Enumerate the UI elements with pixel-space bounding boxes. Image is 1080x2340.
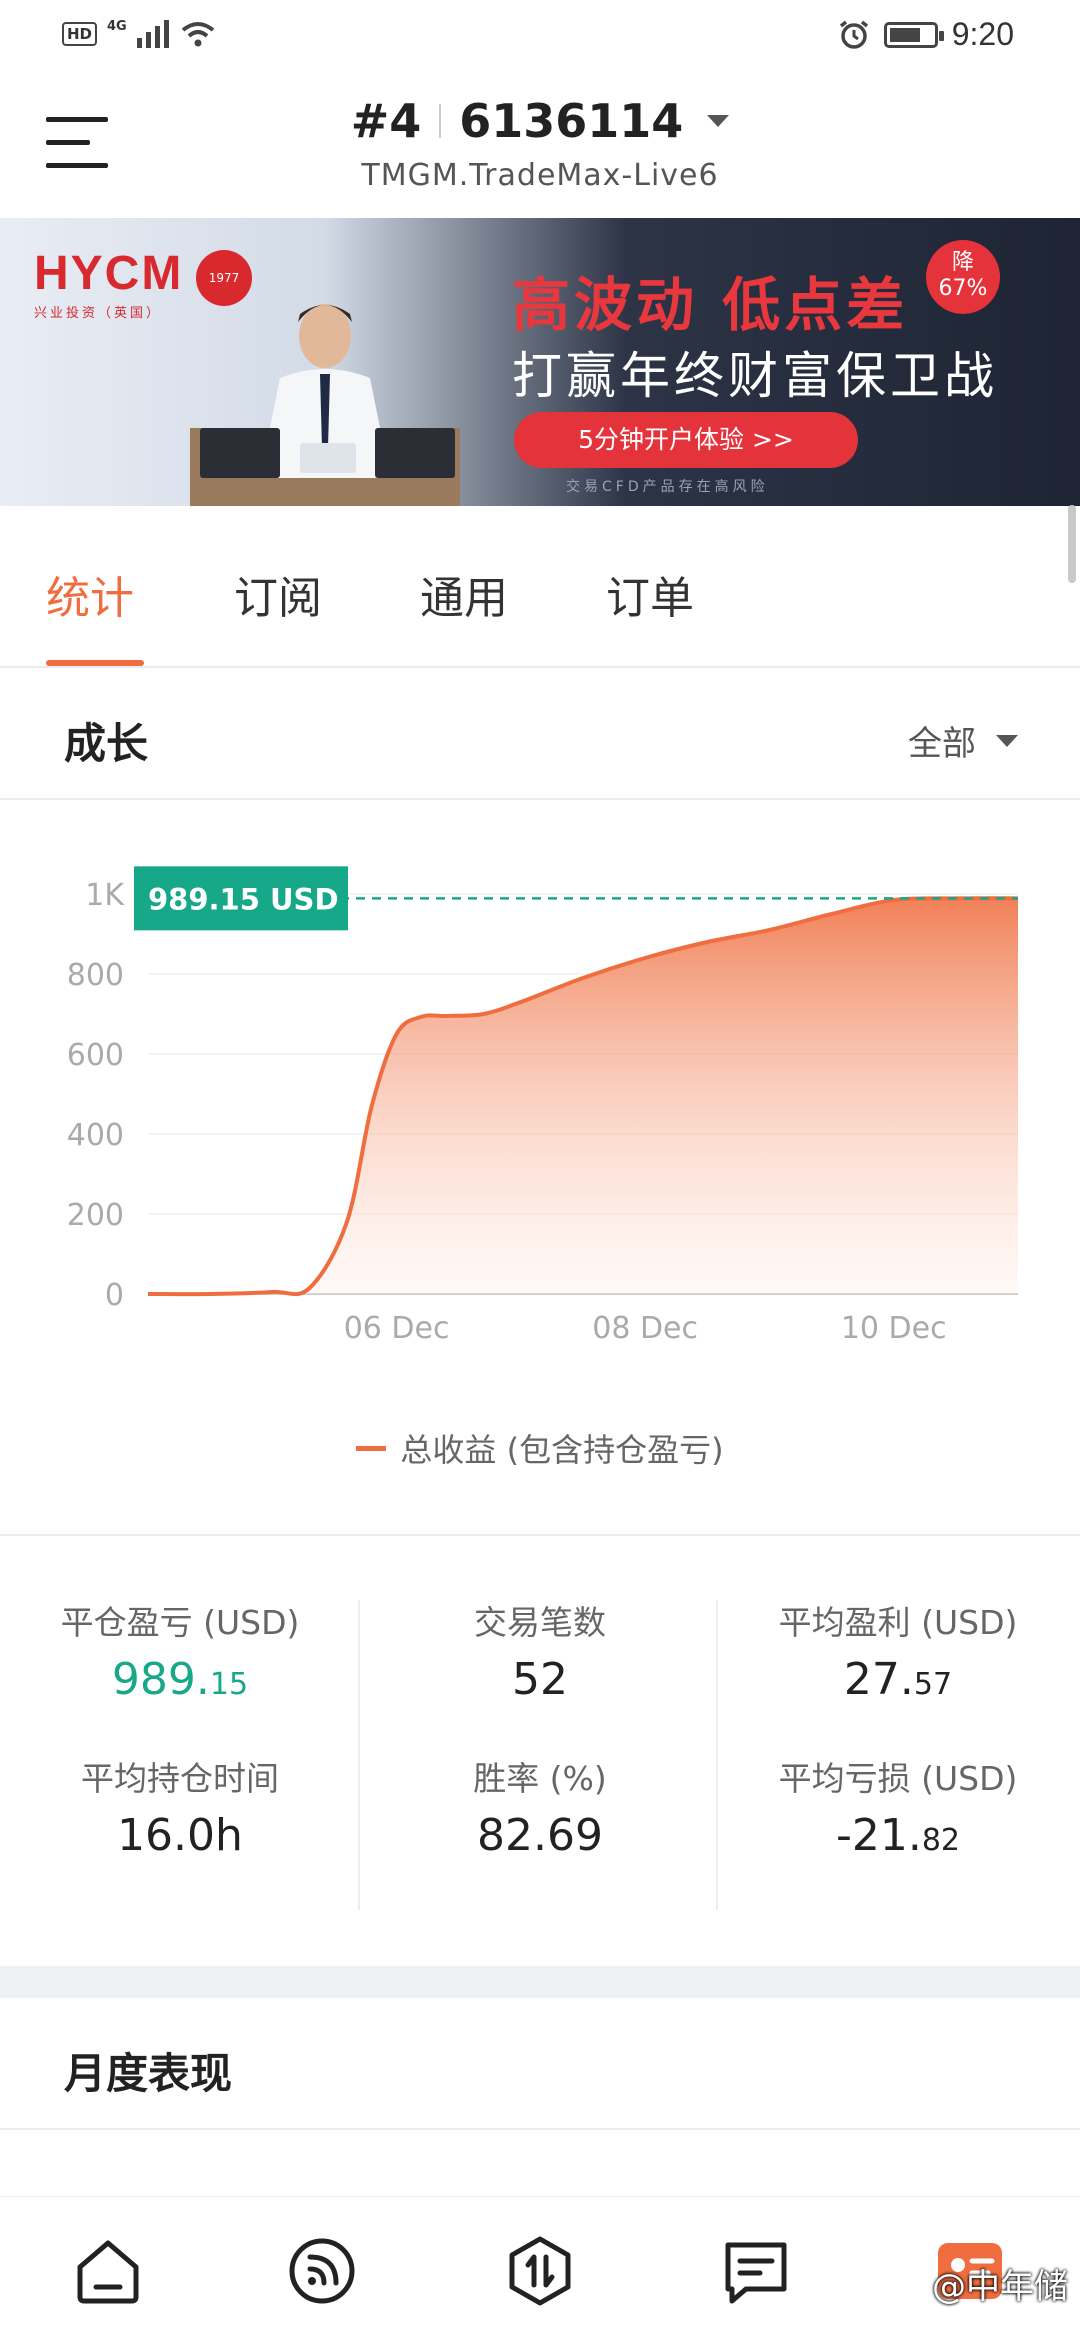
divider — [0, 1534, 1080, 1536]
chart-legend[interactable]: 总收益 (包含持仓盈亏) — [0, 1425, 1080, 1471]
y-tick-label: 800 — [67, 958, 124, 993]
stat-avg-hold-time: 平均持仓时间 16.0h — [10, 1752, 350, 1861]
home-icon — [77, 2240, 139, 2304]
chevron-down-icon — [707, 115, 730, 127]
x-tick-label: 08 Dec — [592, 1311, 698, 1346]
banner-subline: 打赢年终财富保卫战 — [512, 347, 998, 405]
stat-value: -21.82 — [835, 1810, 961, 1861]
stat-closed-pnl: 平仓盈亏 (USD) 989.15 — [10, 1596, 350, 1705]
banner-logo-sub: 兴业投资（英国） — [34, 306, 163, 321]
growth-chart-svg: 0 200 400 600 800 1K 06 Dec 08 Dec 10 Dec 989.1… — [67, 866, 1019, 1346]
message-icon — [725, 2242, 787, 2304]
x-tick-label: 06 Dec — [344, 1311, 450, 1346]
stat-avg-profit: 平均盈利 (USD) 27.57 — [728, 1596, 1068, 1705]
stat-value: 52 — [512, 1654, 568, 1705]
nav-home[interactable] — [68, 2231, 148, 2311]
monthly-section-header: 月度表现 — [0, 1998, 1080, 2130]
stat-label: 平均亏损 (USD) — [778, 1759, 1018, 1798]
badge-bottom: 67% — [938, 276, 988, 301]
nav-trade[interactable] — [500, 2231, 580, 2311]
growth-chart: 0 200 400 600 800 1K 06 Dec 08 Dec 10 Dec 989.1… — [0, 800, 1080, 1346]
bottom-nav: @中年储 — [0, 2196, 1080, 2340]
legend-swatch — [356, 1445, 387, 1451]
watermark: @中年储 — [932, 2267, 1068, 2307]
stat-trade-count: 交易笔数 52 — [370, 1596, 710, 1705]
y-tick-label: 400 — [67, 1118, 124, 1153]
battery-icon — [883, 21, 944, 48]
stat-label: 胜率 (%) — [473, 1759, 607, 1798]
x-tick-label: 10 Dec — [841, 1311, 947, 1346]
legend-label: 总收益 (包含持仓盈亏) — [400, 1431, 724, 1469]
account-server: TMGM.TradeMax-Live6 — [361, 158, 719, 193]
account-index: #4 — [350, 94, 422, 148]
account-separator — [439, 104, 442, 138]
range-filter-dropdown[interactable]: 全部 — [908, 716, 1018, 765]
banner-logo: HYCM — [34, 247, 184, 300]
active-tab-indicator — [46, 660, 144, 666]
stat-value: 27.57 — [843, 1654, 953, 1705]
current-value-label: 989.15 USD — [148, 882, 339, 916]
tab-statistics[interactable]: 统计 — [46, 562, 134, 626]
nav-feed[interactable] — [282, 2231, 362, 2311]
account-selector[interactable]: #4 6136114 TMGM.TradeMax-Live6 — [0, 94, 1080, 193]
stat-value: 16.0h — [117, 1810, 243, 1861]
banner-cta-button[interactable]: 5分钟开户体验 >> — [514, 412, 858, 468]
stat-label: 平仓盈亏 (USD) — [60, 1603, 300, 1642]
app-header: #4 6136114 TMGM.TradeMax-Live6 — [0, 72, 1080, 217]
trade-icon — [509, 2236, 571, 2306]
stat-avg-loss: 平均亏损 (USD) -21.82 — [728, 1752, 1068, 1861]
stat-label: 交易笔数 — [474, 1603, 606, 1642]
growth-title: 成长 — [64, 719, 149, 768]
clock: 9:20 — [951, 16, 1014, 52]
alarm-icon — [839, 20, 868, 49]
banner-discount-badge: 降 67% — [926, 240, 1000, 314]
tab-subscribe[interactable]: 订阅 — [234, 562, 322, 626]
banner-headline: 高波动 低点差 — [512, 271, 909, 339]
y-tick-label: 200 — [67, 1198, 124, 1233]
status-bar: HD 4G 9:20 — [0, 0, 1080, 72]
account-number: 6136114 — [459, 94, 684, 148]
promo-banner[interactable]: HYCM 兴业投资（英国） 1977 高波动 低点差 打赢年终财富保卫战 5分钟… — [0, 218, 1080, 506]
network-type: 4G — [107, 18, 127, 34]
y-tick-label: 0 — [105, 1278, 124, 1313]
stat-value: 82.69 — [477, 1810, 603, 1861]
banner-risk-note: 交易CFD产品存在高风险 — [566, 479, 769, 495]
chevron-down-icon — [996, 734, 1018, 747]
scrollbar[interactable] — [1068, 505, 1076, 583]
stat-divider — [358, 1600, 360, 1910]
hd-badge: HD — [62, 22, 98, 46]
badge-top: 降 — [951, 250, 974, 275]
stats-grid: 平仓盈亏 (USD) 989.15 交易笔数 52 平均盈利 (USD) 27.… — [0, 1580, 1080, 1920]
wifi-icon — [181, 22, 214, 47]
stat-value: 989.15 — [111, 1654, 249, 1705]
stat-divider — [716, 1600, 718, 1910]
growth-section-header: 成长 全部 — [0, 668, 1080, 800]
tab-general[interactable]: 通用 — [420, 562, 508, 626]
y-tick-label: 1K — [85, 878, 125, 913]
y-tick-label: 600 — [67, 1038, 124, 1073]
stat-label: 平均盈利 (USD) — [778, 1603, 1018, 1642]
signal-icon — [136, 20, 169, 48]
range-filter-label: 全部 — [908, 724, 976, 764]
section-gap — [0, 1966, 1080, 1998]
signal-feed-icon — [289, 2238, 355, 2304]
series-area — [148, 898, 1018, 1295]
stat-win-rate: 胜率 (%) 82.69 — [370, 1752, 710, 1861]
banner-person-illustration — [190, 304, 460, 506]
status-left: HD 4G — [62, 18, 215, 48]
tab-orders[interactable]: 订单 — [606, 562, 694, 626]
status-right: 9:20 — [838, 16, 1014, 53]
monthly-title: 月度表现 — [64, 2049, 233, 2098]
stat-label: 平均持仓时间 — [81, 1759, 279, 1798]
nav-news[interactable] — [716, 2231, 796, 2311]
tab-bar: 统计 订阅 通用 订单 — [0, 506, 1080, 668]
